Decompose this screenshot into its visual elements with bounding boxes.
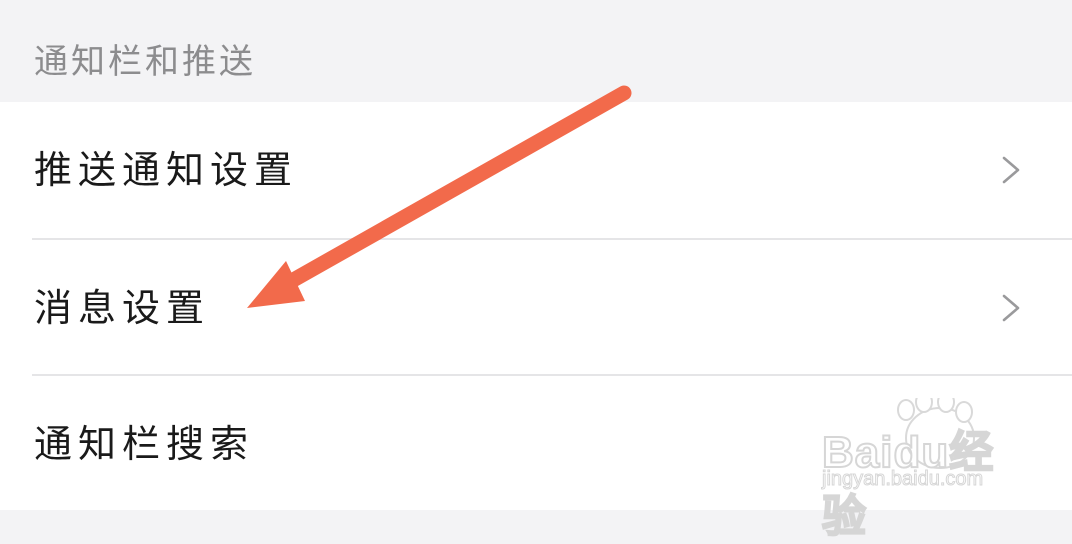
row-push-notification-settings[interactable]: 推送通知设置 (0, 102, 1072, 238)
watermark-url: jingyan.baidu.com (821, 468, 984, 491)
watermark: Baidu经验 jingyan.baidu.com (820, 398, 1020, 542)
chevron-right-icon (1002, 156, 1020, 184)
section-title: 通知栏和推送 (34, 42, 256, 82)
chevron-right-icon (1002, 294, 1020, 322)
row-label: 通知栏搜索 (34, 422, 255, 466)
row-message-settings[interactable]: 消息设置 (0, 240, 1072, 376)
row-label: 消息设置 (34, 286, 211, 330)
row-label: 推送通知设置 (34, 148, 299, 192)
section-header: 通知栏和推送 (0, 0, 1072, 102)
